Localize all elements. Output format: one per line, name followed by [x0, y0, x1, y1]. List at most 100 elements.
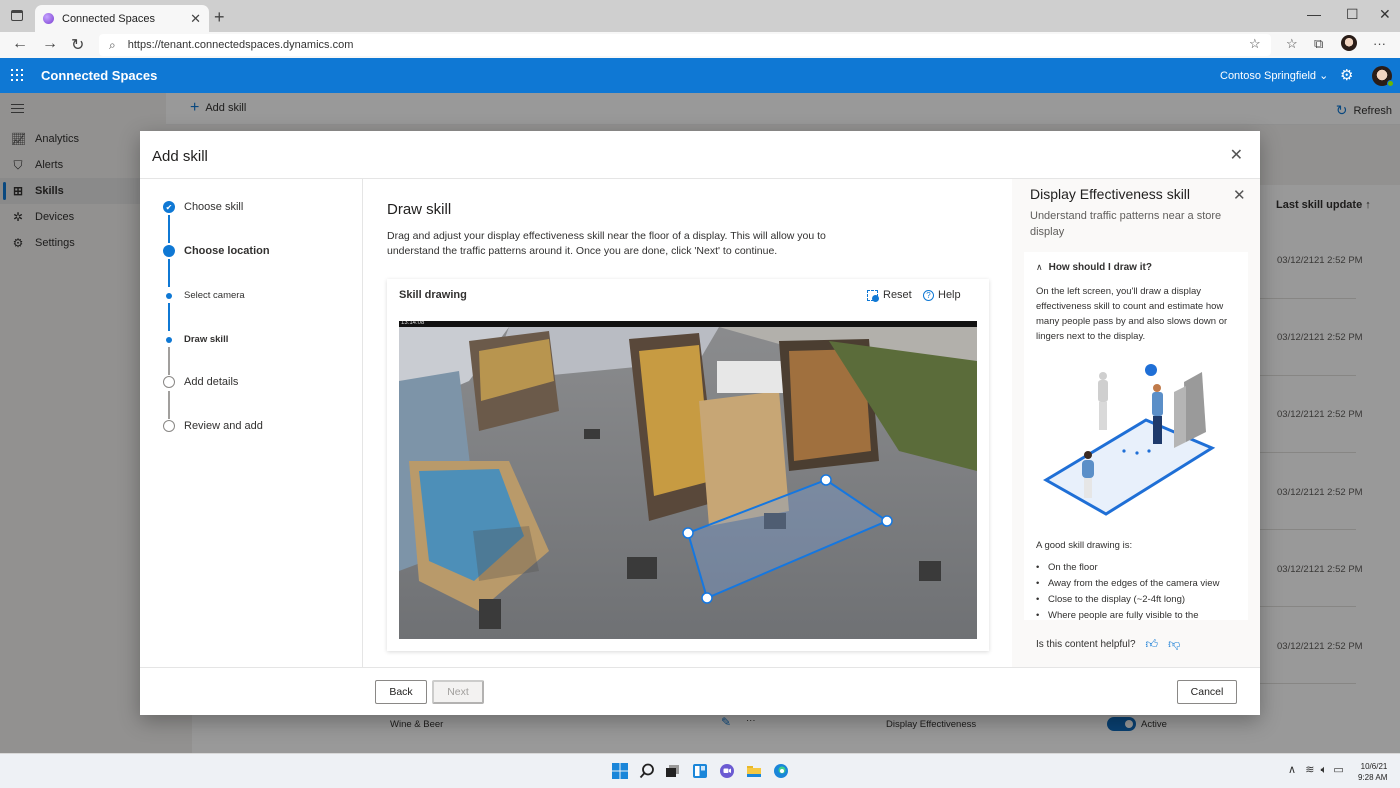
good-drawing-list: On the floor Away from the edges of the … [1036, 560, 1246, 620]
refresh-icon[interactable]: ↻ [71, 35, 84, 55]
url-text: https://tenant.connectedspaces.dynamics.… [127, 39, 354, 51]
app-launcher-icon[interactable] [11, 69, 23, 81]
help-button[interactable]: ? Help [923, 289, 961, 301]
camera-view[interactable]: 13:14:08 [399, 321, 977, 639]
accordion-header[interactable]: ∧ How should I draw it? [1036, 262, 1152, 273]
taskbar-search-icon[interactable] [639, 763, 655, 779]
task-view-icon[interactable] [665, 763, 681, 779]
close-window-icon[interactable]: ✕ [1379, 6, 1391, 23]
presence-indicator [1387, 80, 1394, 87]
back-icon[interactable]: ← [12, 35, 28, 53]
faded-person-legs [1099, 402, 1107, 430]
checkmark-icon: ✔ [163, 201, 175, 213]
maximize-icon[interactable]: ☐ [1346, 6, 1359, 23]
collections-icon[interactable]: ⧉ [1314, 36, 1323, 52]
chat-icon[interactable] [719, 763, 735, 779]
next-button[interactable]: Next [432, 680, 484, 704]
person-walking [1082, 460, 1094, 478]
app-title: Connected Spaces [41, 68, 158, 83]
zone-handle[interactable] [881, 515, 893, 527]
tab-title: Connected Spaces [62, 12, 155, 25]
clock-time: 9:28 AM [1358, 773, 1388, 782]
step-label: Choose skill [184, 201, 244, 213]
step-review-and-add[interactable]: Review and add [163, 420, 263, 432]
zone-handle[interactable] [701, 592, 713, 604]
search-icon: ⌕ [109, 37, 116, 52]
card-title: Skill drawing [399, 289, 467, 301]
minimize-icon[interactable]: — [1307, 6, 1321, 22]
add-skill-dialog: Add skill ✕ ✔ Choose skill Choose locati… [140, 131, 1260, 715]
edge-browser-icon[interactable] [773, 763, 789, 779]
faded-person-head [1099, 372, 1107, 380]
more-icon[interactable]: ··· [1373, 36, 1386, 51]
forward-icon[interactable]: → [42, 35, 58, 53]
favorite-add-icon[interactable]: ☆ [1249, 36, 1261, 52]
chevron-down-icon: ⌄ [1319, 70, 1329, 82]
accordion-text: On the left screen, you'll draw a displa… [1036, 286, 1228, 342]
substep-indicator [166, 292, 172, 299]
close-panel-icon[interactable]: ✕ [1233, 186, 1246, 204]
system-tray[interactable]: ∧ ≋ 🔈︎ ▭ [1288, 763, 1344, 777]
wifi-icon[interactable]: ≋ [1305, 764, 1314, 776]
settings-gear-icon[interactable]: ⚙ [1340, 66, 1353, 84]
floor-vent [479, 599, 501, 629]
tab-actions-icon[interactable] [11, 10, 23, 21]
new-tab-icon[interactable]: + [214, 7, 225, 28]
panel-title: Display Effectiveness skill [1030, 186, 1191, 202]
list-item: On the floor [1036, 560, 1246, 576]
thumbs-down-icon[interactable]: 👎︎ [1168, 637, 1180, 652]
good-drawing-heading: A good skill drawing is: [1036, 540, 1133, 551]
step-connector [168, 391, 170, 419]
volume-icon[interactable]: 🔈︎ [1321, 764, 1328, 776]
thumbs-up-icon[interactable]: 👍︎ [1146, 637, 1159, 652]
step-label: Review and add [184, 420, 263, 432]
step-add-details[interactable]: Add details [163, 376, 238, 388]
browser-tab[interactable]: Connected Spaces ✕ [35, 5, 209, 32]
step-select-camera[interactable]: Select camera [163, 290, 245, 301]
show-hidden-icons[interactable]: ∧ [1288, 764, 1296, 776]
close-dialog-icon[interactable]: ✕ [1230, 145, 1243, 165]
favorites-icon[interactable]: ☆ [1286, 36, 1298, 52]
feedback-row: Is this content helpful? 👍︎ 👎︎ [1036, 637, 1180, 652]
game-time-sign [717, 361, 785, 393]
back-button[interactable]: Back [375, 680, 427, 704]
person-walking-head [1084, 451, 1092, 459]
widgets-icon[interactable] [692, 763, 708, 779]
clock-date: 10/6/21 [1360, 762, 1388, 771]
system-clock[interactable]: 10/6/21 9:28 AM [1358, 761, 1387, 783]
person-lingering-head [1153, 384, 1161, 392]
help-panel: Display Effectiveness skill ✕ Understand… [1012, 179, 1260, 667]
step-draw-skill[interactable]: Draw skill [163, 334, 228, 345]
cancel-button[interactable]: Cancel [1177, 680, 1237, 704]
list-item: Close to the display (~2-4ft long) [1036, 592, 1246, 608]
battery-icon[interactable]: ▭ [1333, 764, 1343, 776]
close-tab-icon[interactable]: ✕ [190, 11, 201, 27]
step-label: Choose location [184, 245, 270, 257]
start-icon[interactable] [612, 763, 628, 779]
dialog-title: Add skill [152, 148, 208, 165]
panel-subtitle: Understand traffic patterns near a store… [1030, 210, 1222, 238]
step-label: Add details [184, 376, 239, 388]
camera-timestamp: 13:14:08 [401, 321, 425, 326]
org-selector[interactable]: Contoso Springfield ⌄ [1220, 69, 1328, 82]
step-connector [168, 259, 170, 287]
panel-content[interactable]: ∧ How should I draw it? On the left scre… [1024, 252, 1248, 620]
file-explorer-icon[interactable] [746, 763, 762, 779]
help-icon: ? [923, 289, 934, 301]
reset-button[interactable]: Reset [867, 289, 912, 302]
step-choose-skill[interactable]: ✔ Choose skill [163, 201, 243, 213]
zone-handle[interactable] [820, 474, 832, 486]
display-stand-side [1174, 386, 1186, 448]
step-label: Select camera [184, 290, 245, 301]
step-choose-location[interactable]: Choose location [163, 245, 270, 257]
profile-avatar[interactable] [1341, 35, 1357, 51]
feedback-question: Is this content helpful? [1036, 639, 1136, 650]
timer-icon [1145, 364, 1157, 376]
app-favicon-icon [43, 13, 54, 24]
draw-skill-section: Draw skill Drag and adjust your display … [364, 179, 1012, 667]
url-input[interactable]: ⌕ https://tenant.connectedspaces.dynamic… [99, 34, 1271, 56]
user-avatar[interactable] [1372, 66, 1394, 87]
zone-handle[interactable] [682, 527, 694, 539]
windows-taskbar: ∧ ≋ 🔈︎ ▭ 10/6/21 9:28 AM [0, 753, 1400, 788]
accordion-title: How should I draw it? [1048, 262, 1152, 273]
